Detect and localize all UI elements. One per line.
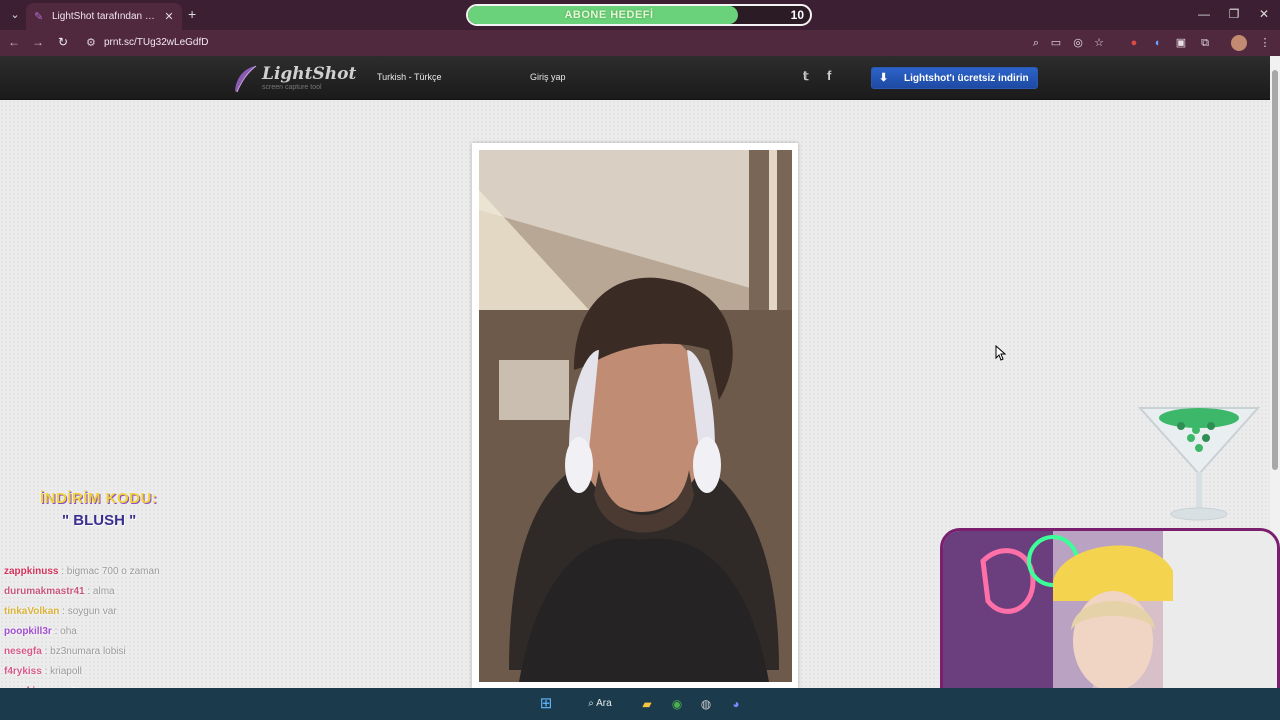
chat-username: f4rykiss — [4, 666, 42, 677]
download-label: Lightshot'ı ücretsiz indirin — [904, 72, 1029, 84]
close-window-icon[interactable]: ✕ — [1254, 7, 1274, 21]
star-icon[interactable]: ☆ — [1091, 35, 1107, 51]
chat-message: zappkinuss : bigmac 700 o zaman — [4, 562, 264, 582]
taskbar-search[interactable]: ⌕ Ara — [580, 696, 620, 712]
extension-box-icon[interactable]: ▣ — [1173, 35, 1189, 51]
minimize-icon[interactable]: — — [1194, 7, 1214, 21]
new-tab-icon[interactable]: + — [188, 6, 196, 22]
chat-text: : bz3numara lobisi — [41, 646, 126, 657]
url-field[interactable]: prnt.sc/TUg32wLeGdfD — [104, 37, 209, 48]
goal-count: 10 — [790, 8, 804, 22]
lightshot-header — [0, 56, 1280, 100]
site-info-icon[interactable]: ⚙ — [86, 36, 96, 49]
subscriber-goal-bar: ABONE HEDEFİ 10 — [466, 4, 812, 26]
chat-username: tinkaVolkan — [4, 606, 60, 617]
lightshot-favicon-icon: ✎ — [34, 10, 44, 23]
chat-message: tinkaVolkan : soygun var — [4, 602, 264, 622]
tab-title: LightShot tarafından Ekran Görüntüsü — [52, 11, 156, 22]
goal-label: ABONE HEDEFİ — [564, 9, 654, 21]
extension-audio-icon[interactable]: ◖ — [1149, 35, 1165, 51]
language-select[interactable]: Turkish - Türkçe — [377, 72, 442, 82]
chat-username: durumakmastr41 — [4, 586, 85, 597]
feather-logo-icon — [235, 65, 257, 93]
chrome-icon[interactable]: ◉ — [668, 696, 686, 712]
close-tab-icon[interactable]: ✕ — [162, 10, 176, 23]
lightshot-logo[interactable]: LightShot — [262, 64, 356, 84]
scrollbar-thumb[interactable] — [1272, 70, 1278, 470]
selfie-photo — [479, 150, 792, 682]
extension-red-icon[interactable]: ● — [1126, 35, 1142, 51]
menu-icon[interactable]: ⋮ — [1257, 35, 1273, 51]
twitter-icon[interactable]: 𝕥 — [803, 69, 809, 83]
download-button[interactable]: ⬇ Lightshot'ı ücretsiz indirin — [871, 67, 1038, 89]
back-icon[interactable]: ← — [6, 35, 22, 49]
chat-message: poopkill3r : oha — [4, 622, 264, 642]
obs-icon[interactable]: ◍ — [697, 696, 715, 712]
logo-subtitle: screen capture tool — [262, 84, 322, 91]
taskbar-search-label: Ara — [596, 698, 612, 709]
forward-icon[interactable]: → — [30, 35, 46, 49]
windows-start-icon[interactable]: ⊞ — [538, 696, 554, 712]
cast-icon[interactable]: ▭ — [1048, 35, 1064, 51]
profile-icon[interactable] — [1231, 35, 1247, 51]
mouse-cursor-icon — [995, 345, 1007, 361]
browser-tab[interactable]: ✎ LightShot tarafından Ekran Görüntüsü ✕ — [26, 3, 182, 30]
file-explorer-icon[interactable]: ▰ — [638, 696, 656, 712]
chat-text: : alma — [84, 586, 115, 597]
tab-search-icon[interactable]: ⌄ — [6, 6, 24, 24]
discount-code-title: İNDİRİM KODU: — [40, 490, 158, 507]
chat-message: durumakmastr41 : alma — [4, 582, 264, 602]
chat-text: : soygun var — [59, 606, 117, 617]
chat-username: nesegfa — [4, 646, 42, 657]
discord-icon[interactable]: ◕ — [727, 696, 745, 712]
discount-code-overlay: İNDİRİM KODU: " BLUSH " — [18, 484, 188, 534]
restore-icon[interactable]: ❐ — [1224, 7, 1244, 21]
zoom-icon[interactable]: ⌕ — [1028, 35, 1044, 51]
login-link[interactable]: Giriş yap — [530, 72, 566, 82]
search-icon: ⌕ — [588, 698, 594, 709]
extensions-icon[interactable]: ⧉ — [1197, 35, 1213, 51]
discount-code-value: " BLUSH " — [62, 512, 137, 529]
chat-text: : oha — [51, 626, 77, 637]
chat-text: : kriapoll — [41, 666, 82, 677]
screenshot-image[interactable] — [479, 150, 792, 682]
download-icon: ⬇ — [879, 72, 889, 84]
chat-username: poopkill3r — [4, 626, 52, 637]
chat-text: : bigmac 700 o zaman — [58, 566, 160, 577]
martini-glass-overlay — [1137, 407, 1261, 521]
address-bar: ← → ↻ ⚙ prnt.sc/TUg32wLeGdfD ⌕ ▭ ◎ ☆ ● ◖… — [0, 30, 1280, 56]
browser-tab-bar: ⌄ ✎ LightShot tarafından Ekran Görüntüsü… — [0, 0, 1280, 30]
windows-taskbar: ⊞ ⌕ Ara ▰ ◉ ◍ ◕ — [0, 688, 1280, 720]
chat-message: nesegfa : bz3numara lobisi — [4, 642, 264, 662]
chat-message: f4rykiss : kriapoll — [4, 662, 264, 682]
chat-username: zappkinuss — [4, 566, 59, 577]
reload-icon[interactable]: ↻ — [55, 35, 71, 49]
facebook-icon[interactable]: f — [827, 68, 831, 83]
eye-off-icon[interactable]: ◎ — [1070, 35, 1086, 51]
